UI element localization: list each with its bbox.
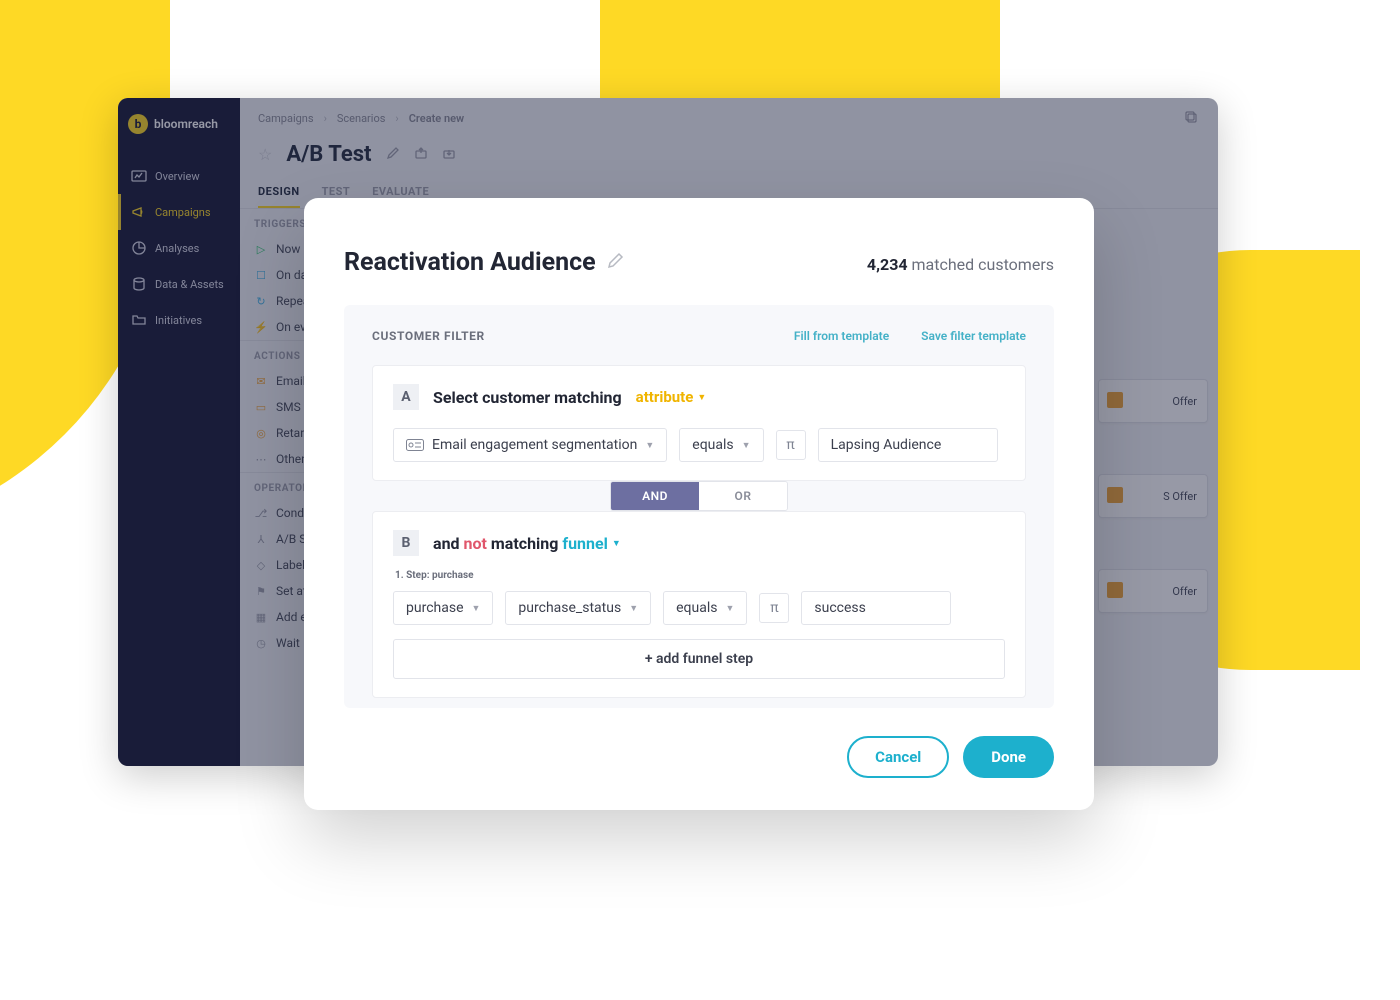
modal-title: Reactivation Audience [344,248,596,277]
chip-label: equals [692,437,733,453]
chevron-down-icon: ▼ [725,603,734,614]
chip-label: success [814,600,865,616]
operator-chip[interactable]: equals ▼ [679,428,763,462]
id-icon [406,438,424,452]
attribute-chip[interactable]: Email engagement segmentation ▼ [393,428,667,462]
add-funnel-step-button[interactable]: + add funnel step [393,639,1005,679]
rule-type-dropdown[interactable]: attribute ▼ [636,388,707,406]
and-button[interactable]: AND [611,482,699,510]
chip-label: Lapsing Audience [831,437,942,453]
or-button[interactable]: OR [699,482,787,510]
chevron-down-icon: ▼ [612,538,621,549]
field-chip[interactable]: purchase_status ▼ [505,591,651,625]
chip-label: equals [676,600,717,616]
customer-filter: CUSTOMER FILTER Fill from template Save … [344,305,1054,708]
pi-icon[interactable]: π [776,430,806,460]
kw-matching: matching [491,534,558,553]
chevron-down-icon: ▼ [742,440,751,451]
audience-modal: Reactivation Audience 4,234 matched cust… [304,198,1094,810]
rule-a: A Select customer matching attribute ▼ E… [372,365,1026,481]
value-chip[interactable]: success [801,591,951,625]
cancel-button[interactable]: Cancel [847,736,949,778]
matched-customers: 4,234 matched customers [867,255,1054,274]
rule-badge-b: B [393,530,419,556]
event-chip[interactable]: purchase ▼ [393,591,493,625]
done-button[interactable]: Done [963,736,1054,778]
kw-funnel: funnel [562,534,608,553]
rule-badge-a: A [393,384,419,410]
modal-header: Reactivation Audience 4,234 matched cust… [344,248,1054,277]
filter-heading: CUSTOMER FILTER [372,329,485,343]
pi-icon[interactable]: π [759,593,789,623]
value-chip[interactable]: Lapsing Audience [818,428,998,462]
matched-count: 4,234 [867,255,908,274]
rule-b: B and not matching funnel ▼ 1. Step: pur… [372,511,1026,698]
save-filter-template-link[interactable]: Save filter template [921,329,1026,343]
chevron-down-icon: ▼ [645,440,654,451]
fill-from-template-link[interactable]: Fill from template [794,329,889,343]
chip-label: Email engagement segmentation [432,437,637,453]
rule-a-prompt: Select customer matching [433,388,622,407]
chevron-down-icon: ▼ [629,603,638,614]
funnel-dropdown[interactable]: funnel ▼ [562,534,620,553]
chevron-down-icon: ▼ [697,392,706,403]
kw-not: not [464,534,487,553]
pencil-icon[interactable] [606,252,624,274]
andor-toggle: AND OR [372,481,1026,511]
rule-type-label: attribute [636,388,694,406]
chip-label: purchase [406,600,464,616]
modal-footer: Cancel Done [344,736,1054,778]
funnel-step-label: 1. Step: purchase [395,570,1005,581]
matched-suffix: matched customers [912,255,1054,274]
operator-chip[interactable]: equals ▼ [663,591,747,625]
kw-and: and [433,534,460,553]
chip-label: purchase_status [518,600,621,616]
chevron-down-icon: ▼ [472,603,481,614]
